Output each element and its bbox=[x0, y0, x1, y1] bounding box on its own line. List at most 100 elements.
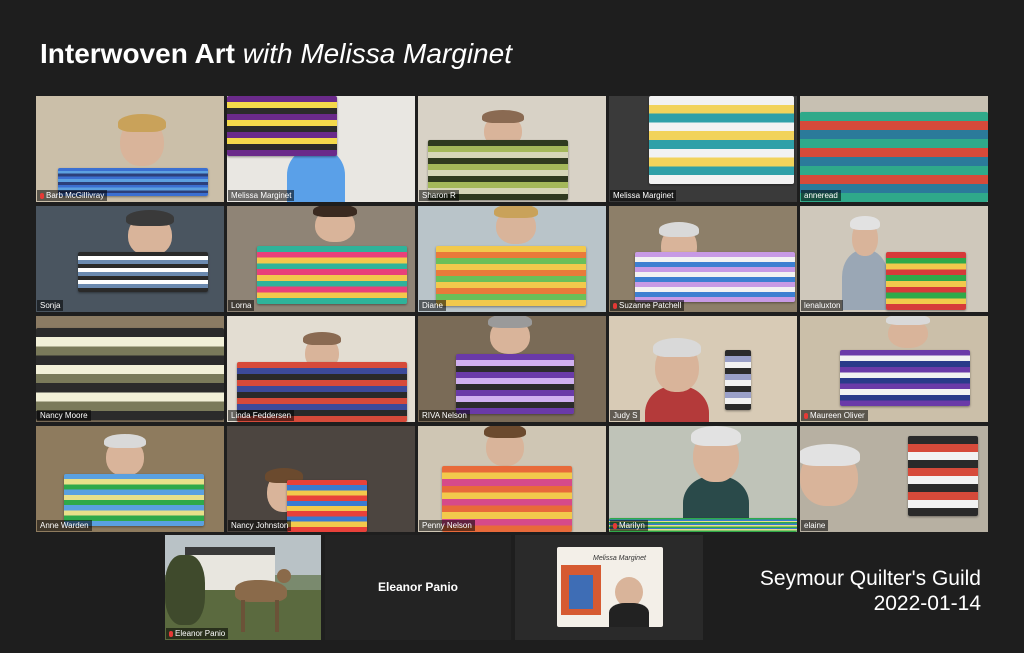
video-tile[interactable]: Barb McGillivray bbox=[36, 96, 224, 202]
participant-name: Sonja bbox=[40, 301, 61, 310]
video-tile[interactable]: Nancy Moore bbox=[36, 316, 224, 422]
participant-name: Penny Nelson bbox=[422, 521, 472, 530]
participant-name-tag: Nancy Johnston bbox=[228, 520, 292, 531]
mic-muted-icon bbox=[169, 630, 173, 637]
participant-name-tag: Sonja bbox=[37, 300, 64, 311]
video-tile[interactable]: Sharon R bbox=[418, 96, 606, 202]
participant-name-tag: Nancy Moore bbox=[37, 410, 91, 421]
video-grid: Barb McGillivray Melissa Marginet Sharon R… bbox=[36, 96, 991, 532]
mic-muted-icon bbox=[613, 302, 617, 309]
guild-name: Seymour Quilter's Guild bbox=[759, 567, 981, 590]
title-main: Interwoven Art bbox=[40, 38, 235, 69]
video-tile[interactable]: Linda Feddersen bbox=[227, 316, 415, 422]
participant-hair bbox=[659, 222, 699, 237]
participant-name-tag: Anne Warden bbox=[37, 520, 92, 531]
participant-name: Nancy Moore bbox=[40, 411, 88, 420]
participant-hair bbox=[118, 114, 166, 132]
title-sub: with Melissa Marginet bbox=[242, 38, 512, 69]
quilt-panel bbox=[886, 252, 966, 310]
video-tile[interactable]: lenaluxton bbox=[800, 206, 988, 312]
video-tile[interactable]: Melissa Marginet bbox=[227, 96, 415, 202]
video-tile[interactable]: Judy S bbox=[609, 316, 797, 422]
mic-muted-icon bbox=[40, 192, 44, 199]
video-tile[interactable]: Diane bbox=[418, 206, 606, 312]
participant-hair bbox=[482, 110, 524, 123]
quilt-panel bbox=[78, 252, 208, 292]
participant-name: Lorna bbox=[231, 301, 252, 310]
participant-name: Linda Feddersen bbox=[231, 411, 292, 420]
video-tile[interactable]: Anne Warden bbox=[36, 426, 224, 532]
participant-name-tag: Lorna bbox=[228, 300, 255, 311]
participant-name: Maureen Oliver bbox=[810, 411, 865, 420]
video-tile[interactable]: Suzanne Patchell bbox=[609, 206, 797, 312]
participant-name-tag: Suzanne Patchell bbox=[610, 300, 685, 311]
participant-name: RIVA Nelson bbox=[422, 411, 467, 420]
video-tile[interactable]: Maureen Oliver bbox=[800, 316, 988, 422]
video-tile-deer[interactable]: Eleanor Panio bbox=[165, 535, 321, 640]
participant-hair bbox=[850, 216, 880, 230]
participant-hair bbox=[800, 444, 860, 466]
quilt-panel bbox=[800, 112, 988, 202]
video-tile[interactable]: elaine bbox=[800, 426, 988, 532]
participant-name-tag: anneread bbox=[801, 190, 841, 201]
quilt-panel bbox=[840, 350, 970, 406]
participant-name-tag: Sharon R bbox=[419, 190, 459, 201]
participant-name: Melissa Marginet bbox=[231, 191, 292, 200]
video-tile[interactable]: Penny Nelson bbox=[418, 426, 606, 532]
quilt-panel bbox=[64, 474, 204, 526]
quilt-panel bbox=[36, 328, 224, 420]
participant-display-name: Eleanor Panio bbox=[377, 580, 459, 594]
participant-name: Marilyn bbox=[619, 521, 645, 530]
logo-text: Melissa Marginet bbox=[593, 555, 646, 562]
quilt-panel bbox=[227, 96, 337, 156]
participant-hair bbox=[691, 426, 741, 446]
participant-body bbox=[287, 148, 345, 202]
video-tile[interactable]: Marilyn bbox=[609, 426, 797, 532]
participant-hair bbox=[488, 316, 532, 328]
video-tile[interactable]: Nancy Johnston bbox=[227, 426, 415, 532]
video-tile[interactable]: Sonja bbox=[36, 206, 224, 312]
participant-name-tag: elaine bbox=[801, 520, 829, 531]
participant-name-tag: Linda Feddersen bbox=[228, 410, 295, 421]
video-tile[interactable]: RIVA Nelson bbox=[418, 316, 606, 422]
participant-name: lenaluxton bbox=[804, 301, 841, 310]
participant-name: anneread bbox=[804, 191, 838, 200]
participant-name-tag: Judy S bbox=[610, 410, 641, 421]
quilt-panel bbox=[635, 252, 795, 302]
video-tile-name-only[interactable]: Eleanor Panio bbox=[325, 535, 511, 640]
quilt-panel bbox=[725, 350, 751, 410]
participant-name-tag: lenaluxton bbox=[801, 300, 844, 311]
video-tile[interactable]: Lorna bbox=[227, 206, 415, 312]
participant-name: Sharon R bbox=[422, 191, 456, 200]
participant-name-tag: Melissa Marginet bbox=[228, 190, 295, 201]
participant-hair bbox=[494, 206, 538, 218]
quilt-panel bbox=[908, 436, 978, 516]
participant-name-tag: Diane bbox=[419, 300, 446, 311]
participant-name: elaine bbox=[804, 521, 826, 530]
meeting-date: 2022-01-14 bbox=[873, 592, 981, 615]
participant-hair bbox=[313, 206, 357, 217]
participant-hair bbox=[104, 434, 146, 448]
participant-name: Anne Warden bbox=[40, 521, 89, 530]
participant-name: Nancy Johnston bbox=[231, 521, 289, 530]
page-title: Interwoven Art with Melissa Marginet bbox=[40, 38, 512, 70]
participant-hair bbox=[484, 426, 526, 438]
video-tile[interactable]: anneread bbox=[800, 96, 988, 202]
video-tile[interactable]: Melissa Marginet bbox=[609, 96, 797, 202]
video-tile-logo[interactable]: Melissa Marginet bbox=[515, 535, 703, 640]
quilt-panel bbox=[436, 246, 586, 306]
participant-name: Suzanne Patchell bbox=[619, 301, 682, 310]
logo-card: Melissa Marginet bbox=[557, 547, 663, 627]
participant-name: Barb McGillivray bbox=[46, 191, 105, 200]
quilt-panel bbox=[649, 96, 794, 184]
mic-muted-icon bbox=[804, 412, 808, 419]
quilt-panel bbox=[287, 480, 367, 532]
participant-name-tag: Eleanor Panio bbox=[166, 628, 229, 639]
video-feed-deer bbox=[165, 535, 321, 640]
participant-name-tag: Barb McGillivray bbox=[37, 190, 108, 201]
participant-name-tag: Melissa Marginet bbox=[610, 190, 677, 201]
participant-name-tag: Penny Nelson bbox=[419, 520, 475, 531]
participant-name: Diane bbox=[422, 301, 443, 310]
participant-name-tag: Maureen Oliver bbox=[801, 410, 868, 421]
participant-hair bbox=[126, 210, 174, 226]
